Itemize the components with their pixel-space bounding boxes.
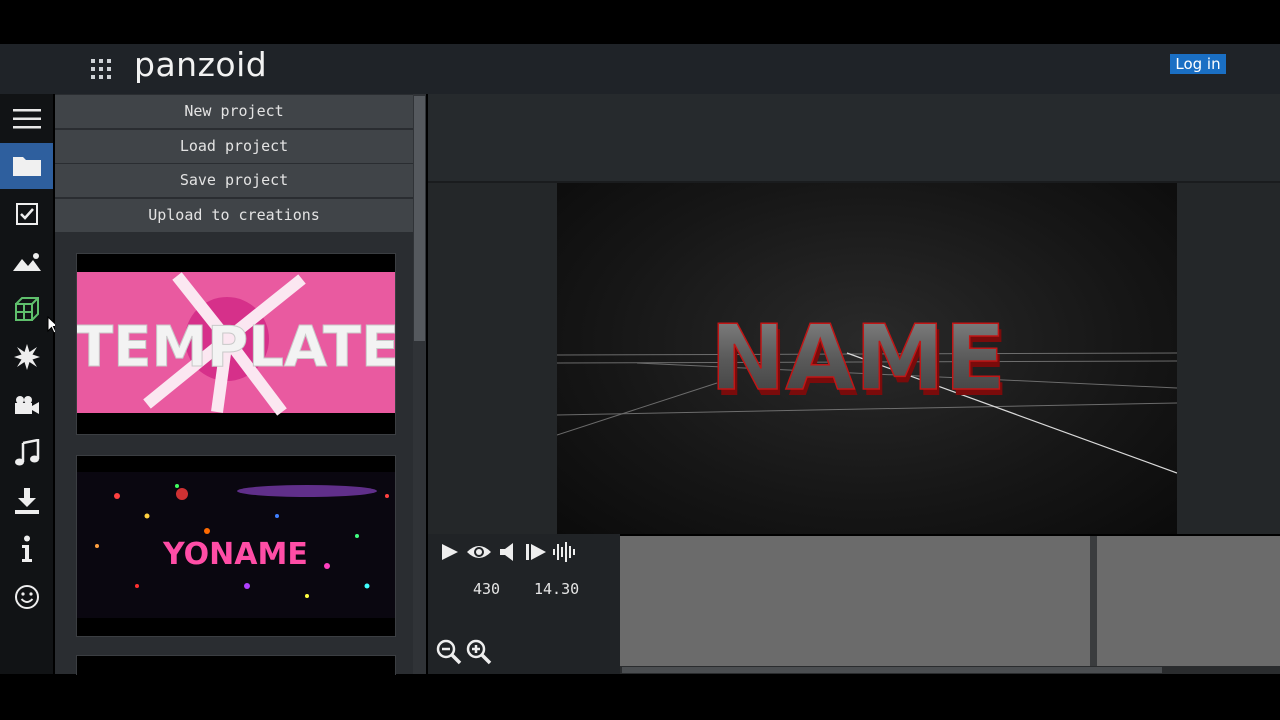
tool-sidebar — [0, 94, 53, 674]
zoom-out-icon[interactable] — [436, 639, 462, 665]
camera-icon[interactable] — [0, 382, 53, 428]
volume-icon[interactable] — [499, 542, 517, 562]
login-button[interactable]: Log in — [1170, 54, 1226, 74]
zoom-in-icon[interactable] — [466, 639, 492, 665]
template-thumbnail[interactable]: TEMPLATE — [76, 253, 396, 435]
image-icon[interactable] — [0, 239, 53, 285]
template-title-text: YONAME — [162, 537, 308, 572]
template-title-text: TEMPLATE — [77, 315, 395, 380]
step-forward-icon[interactable] — [525, 542, 547, 562]
menu-icon[interactable] — [0, 96, 53, 142]
info-icon[interactable] — [0, 526, 53, 572]
play-icon[interactable] — [440, 542, 460, 562]
time-counter: 14.30 — [534, 580, 580, 598]
panel-scrollbar-thumb[interactable] — [414, 96, 425, 341]
preview-canvas[interactable]: NAME NAME — [557, 183, 1177, 534]
upload-to-creations-button[interactable]: Upload to creations — [55, 199, 413, 232]
smiley-icon[interactable] — [0, 574, 53, 620]
load-project-button[interactable]: Load project — [55, 130, 413, 163]
timeline-track[interactable] — [620, 536, 1280, 666]
new-project-button[interactable]: New project — [55, 95, 413, 128]
cube-icon[interactable] — [0, 287, 53, 333]
preview-title-text: NAME — [710, 306, 1006, 411]
toolbar-area — [428, 94, 1280, 183]
letterbox-bottom — [0, 675, 1280, 720]
template-thumbnail[interactable]: YONAME — [76, 455, 396, 637]
music-icon[interactable] — [0, 430, 53, 476]
starburst-icon[interactable] — [0, 334, 53, 380]
eye-icon[interactable] — [466, 542, 492, 562]
folder-icon[interactable] — [0, 143, 53, 189]
brand-logo[interactable]: panzoid — [134, 45, 267, 84]
save-project-button[interactable]: Save project — [55, 164, 413, 197]
timeline-playhead[interactable] — [1090, 536, 1097, 666]
template-thumbnail[interactable] — [76, 655, 396, 676]
waveform-icon[interactable] — [552, 541, 578, 563]
apps-grid-icon[interactable] — [90, 58, 112, 80]
download-icon[interactable] — [0, 478, 53, 524]
frame-counter: 430 — [473, 580, 501, 598]
checkbox-icon[interactable] — [0, 191, 53, 237]
timeline-scrollbar-thumb[interactable] — [622, 667, 1162, 673]
